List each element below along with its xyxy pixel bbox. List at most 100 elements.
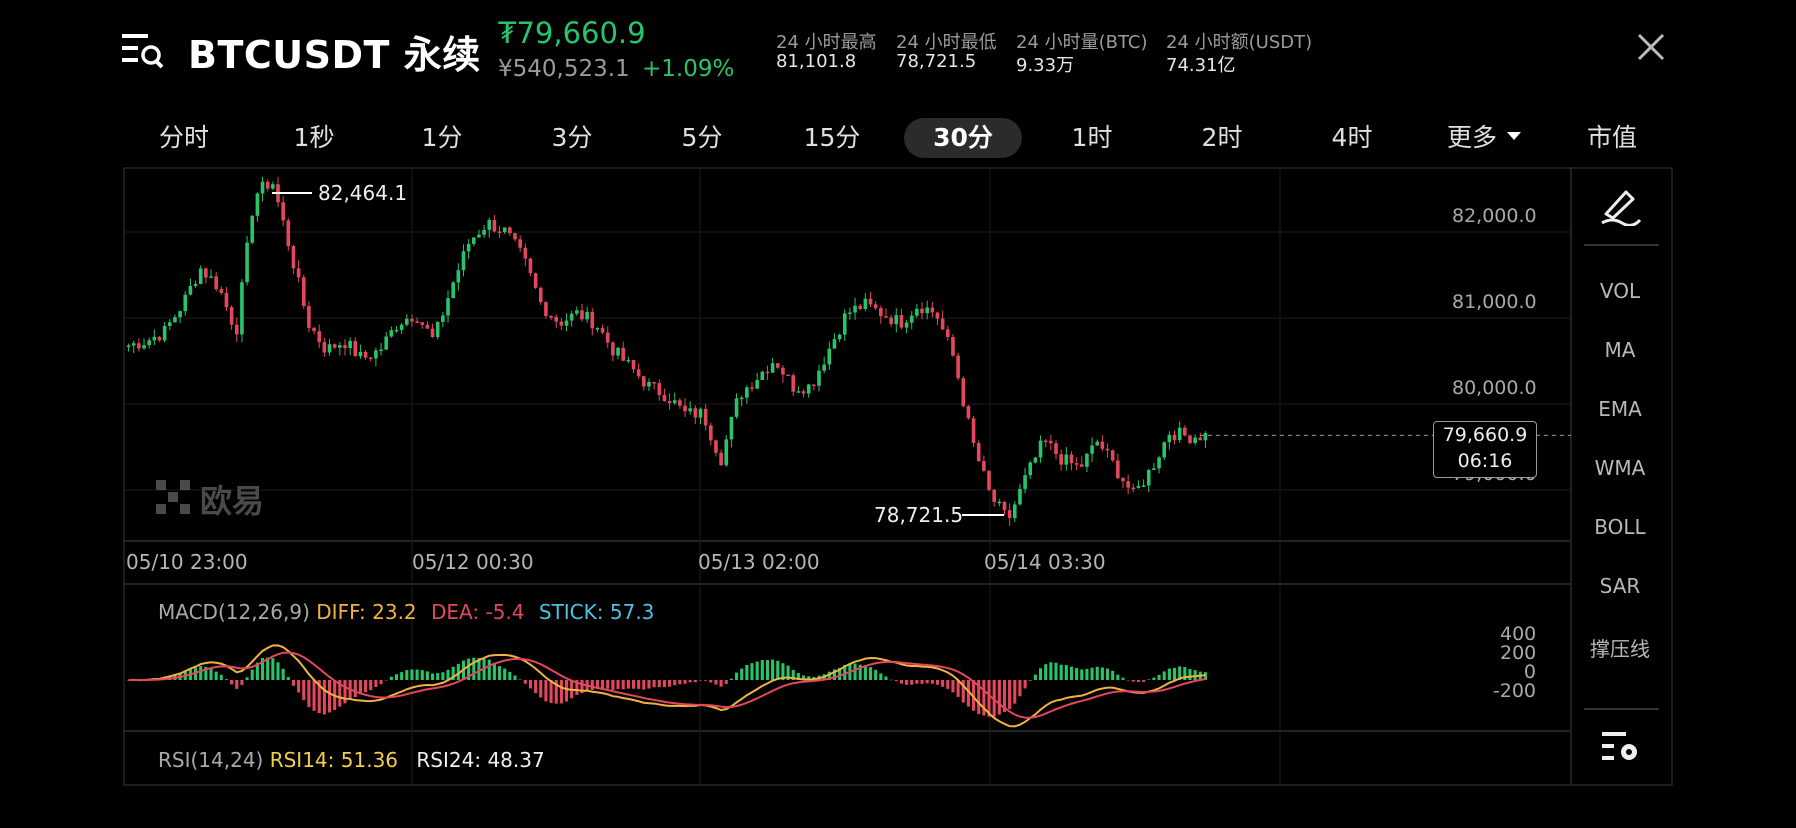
candle-body: [997, 501, 1002, 504]
candle-body: [441, 315, 445, 322]
macd-histogram-bar: [230, 680, 234, 685]
candle-body: [920, 308, 924, 314]
candle-body: [1038, 440, 1043, 458]
macd-dea-label: DEA:: [431, 600, 480, 624]
y-label-82000: 82,000.0: [1452, 205, 1537, 227]
macd-histogram-bar: [853, 663, 857, 680]
candle-body: [240, 282, 244, 335]
candle-body: [940, 318, 945, 330]
macd-stick-label: STICK:: [538, 600, 604, 624]
indicator-sar[interactable]: SAR: [1572, 574, 1668, 598]
candle-body: [126, 345, 131, 348]
candle-body: [868, 298, 873, 305]
indicator-settings-icon[interactable]: [1602, 730, 1640, 764]
candle-body: [631, 359, 636, 370]
macd-histogram-bar: [1028, 680, 1032, 681]
candle-body: [260, 181, 265, 194]
candle-body: [775, 363, 780, 368]
macd-histogram-bar: [740, 668, 744, 680]
indicator-ma[interactable]: MA: [1572, 338, 1668, 362]
macd-histogram-bar: [528, 680, 533, 689]
candle-body: [1126, 481, 1130, 488]
candle-body: [374, 350, 378, 359]
macd-histogram-bar: [498, 666, 502, 680]
macd-histogram-bar: [379, 680, 383, 685]
candle-body: [137, 343, 141, 349]
candle-body: [987, 470, 991, 490]
macd-title: MACD(12,26,9): [158, 600, 310, 624]
macd-histogram-bar: [946, 680, 950, 689]
macd-histogram-bar: [1111, 670, 1115, 680]
candle-body: [1152, 468, 1156, 470]
draw-tool-icon[interactable]: [1600, 186, 1644, 226]
candle-body: [791, 375, 796, 392]
macd-histogram-bar: [755, 661, 759, 680]
macd-histogram-bar: [642, 680, 646, 690]
macd-histogram-bar: [276, 662, 280, 680]
macd-histogram-bar: [930, 680, 934, 684]
candle-body: [1183, 427, 1187, 436]
candle-body: [477, 234, 481, 238]
candle-body: [544, 302, 548, 317]
candle-countdown: 06:16: [1457, 450, 1513, 472]
kline-chart[interactable]: [0, 0, 1796, 828]
candle-body: [456, 270, 461, 283]
macd-histogram-bar: [559, 680, 563, 704]
candle-body: [1023, 475, 1027, 489]
candle-body: [698, 408, 703, 418]
candle-body: [873, 304, 878, 309]
candle-body: [755, 380, 759, 389]
macd-histogram-bar: [281, 668, 285, 680]
candle-body: [569, 313, 574, 321]
indicator-vol[interactable]: VOL: [1572, 279, 1668, 303]
macd-histogram-bar: [271, 658, 275, 680]
indicator-support-resistance[interactable]: 撑压线: [1572, 633, 1668, 662]
candle-body: [271, 184, 275, 189]
candle-body: [708, 425, 713, 441]
candle-body: [1069, 454, 1074, 464]
macd-histogram-bar: [214, 671, 218, 680]
macd-histogram-bar: [1121, 677, 1125, 680]
macd-histogram-bar: [1013, 680, 1017, 704]
indicator-wma[interactable]: WMA: [1572, 456, 1668, 480]
candle-body: [420, 322, 425, 325]
macd-histogram-bar: [1054, 662, 1058, 680]
macd-histogram-bar: [291, 680, 295, 686]
macd-histogram-bar: [539, 680, 543, 698]
candle-body: [647, 381, 651, 387]
candle-body: [575, 310, 579, 314]
candle-body: [219, 289, 224, 294]
macd-histogram-bar: [1069, 666, 1074, 680]
macd-histogram-bar: [704, 680, 708, 681]
indicator-boll[interactable]: BOLL: [1572, 515, 1668, 539]
candle-body: [286, 220, 291, 247]
macd-histogram-bar: [745, 664, 749, 680]
candle-body: [353, 340, 358, 357]
candle-body: [822, 364, 826, 371]
current-price-tag: 79,660.9 06:16: [1433, 421, 1537, 478]
candle-body: [915, 308, 919, 316]
candle-body: [394, 329, 399, 332]
candle-body: [471, 237, 476, 244]
candle-body: [750, 387, 754, 389]
macd-histogram-bar: [626, 680, 630, 689]
candle-body: [642, 376, 646, 387]
candle-body: [894, 315, 899, 325]
candle-body: [518, 239, 522, 248]
macd-histogram-bar: [894, 680, 898, 681]
macd-histogram-bar: [436, 673, 440, 680]
indicator-ema[interactable]: EMA: [1572, 397, 1668, 421]
macd-histogram-bar: [1039, 668, 1043, 680]
candle-body: [806, 384, 811, 394]
candle-body: [559, 321, 564, 326]
macd-histogram-bar: [698, 680, 703, 681]
candle-body: [178, 311, 182, 318]
candle-body: [1079, 464, 1084, 467]
candle-body: [837, 334, 842, 340]
candle-body: [966, 406, 971, 419]
candle-body: [688, 408, 692, 412]
candle-body: [719, 452, 723, 466]
rsi-header: RSI(14,24) RSI14: 51.36 RSI24: 48.37: [158, 748, 545, 772]
candle-body: [971, 418, 976, 444]
y-label-81000: 81,000.0: [1452, 291, 1537, 313]
